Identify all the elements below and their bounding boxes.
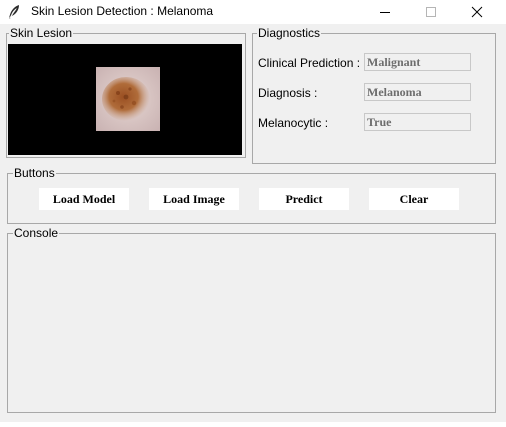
- clear-button[interactable]: Clear: [369, 188, 459, 210]
- clinical-prediction-field: Malignant: [364, 53, 471, 71]
- melanocytic-field: True: [364, 113, 471, 131]
- skin-lesion-panel: Skin Lesion: [6, 26, 246, 158]
- console-legend: Console: [13, 226, 60, 240]
- diagnosis-label: Diagnosis :: [258, 86, 318, 100]
- title-bar: Skin Lesion Detection : Melanoma: [0, 0, 506, 24]
- image-canvas: [8, 44, 242, 155]
- close-icon: [471, 6, 483, 18]
- skin-lesion-image: [96, 67, 160, 131]
- load-image-button[interactable]: Load Image: [149, 188, 239, 210]
- maximize-button[interactable]: [408, 0, 454, 24]
- buttons-legend: Buttons: [13, 166, 56, 180]
- diagnostics-legend: Diagnostics: [257, 26, 322, 40]
- window-title: Skin Lesion Detection : Melanoma: [31, 4, 214, 18]
- buttons-panel: Buttons Load Model Load Image Predict Cl…: [7, 166, 496, 224]
- minimize-button[interactable]: [362, 0, 408, 24]
- console-output[interactable]: [10, 242, 493, 410]
- minimize-icon: [380, 12, 390, 13]
- window-bottom-edge: [0, 422, 506, 427]
- predict-button[interactable]: Predict: [259, 188, 349, 210]
- console-panel: Console: [7, 226, 496, 413]
- diagnosis-field: Melanoma: [364, 83, 471, 101]
- load-model-button[interactable]: Load Model: [39, 188, 129, 210]
- diagnostics-panel: Diagnostics Clinical Prediction : Malign…: [252, 26, 496, 164]
- melanocytic-label: Melanocytic :: [258, 116, 329, 130]
- clinical-prediction-label: Clinical Prediction :: [258, 56, 361, 70]
- maximize-icon: [426, 7, 436, 17]
- skin-lesion-legend: Skin Lesion: [9, 26, 74, 40]
- close-button[interactable]: [454, 0, 500, 24]
- feather-icon: [7, 4, 21, 20]
